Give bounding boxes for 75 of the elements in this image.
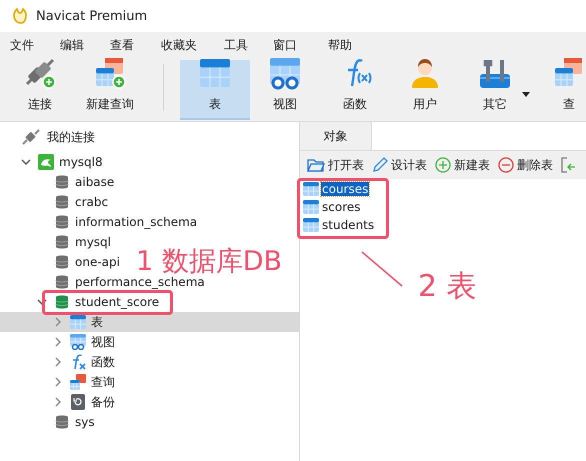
- database-icon: [54, 414, 70, 430]
- database-icon: [54, 254, 70, 270]
- database-icon: [54, 214, 70, 230]
- tree-item[interactable]: performance_schema: [75, 275, 205, 289]
- chevron-down-icon: [20, 159, 30, 165]
- plug-icon: [23, 58, 57, 90]
- tree-item[interactable]: student_score: [75, 295, 160, 309]
- remove-icon: [498, 157, 514, 173]
- table-item[interactable]: courses: [321, 182, 370, 196]
- table-icon: [303, 199, 319, 215]
- tree-item[interactable]: 备份: [91, 394, 115, 410]
- tab[interactable]: 对象: [300, 122, 372, 150]
- tree-item[interactable]: 查询: [91, 374, 115, 390]
- caret-icon: [522, 92, 530, 97]
- toolbar-button[interactable]: [561, 157, 577, 173]
- toolbar-button[interactable]: 删除表: [498, 156, 553, 174]
- section-header: 我的连接: [47, 128, 95, 146]
- tree-item[interactable]: sys: [75, 415, 95, 429]
- query-icon: [70, 374, 86, 390]
- toolbar-button[interactable]: 新建查询: [75, 60, 145, 120]
- table-icon: [303, 181, 319, 197]
- tree-item[interactable]: 函数: [91, 354, 115, 370]
- function-icon: [70, 354, 86, 370]
- table-icon: [303, 217, 319, 233]
- toolbar-button[interactable]: 查: [534, 60, 586, 120]
- tree-item[interactable]: aibase: [75, 175, 114, 189]
- import-icon: [561, 157, 577, 173]
- toolbar-button[interactable]: 新建表: [435, 156, 490, 174]
- database-icon: [54, 274, 70, 290]
- toolbar-button[interactable]: 打开表: [307, 156, 364, 174]
- table-icon: [198, 58, 232, 90]
- toolbar-button[interactable]: 其它: [460, 60, 530, 120]
- tree-item[interactable]: 表: [91, 314, 103, 330]
- window-title: Navicat Premium: [36, 8, 148, 24]
- toolbar-button[interactable]: 连接: [5, 60, 75, 120]
- view-icon: [70, 334, 86, 350]
- new-query-icon: [93, 58, 127, 90]
- pencil-icon: [372, 157, 388, 173]
- tree-item[interactable]: 视图: [91, 334, 115, 350]
- tools-icon: [478, 58, 512, 90]
- menu-item[interactable]: 编辑: [60, 37, 84, 54]
- tree-item[interactable]: information_schema: [75, 215, 198, 229]
- menu-item[interactable]: 工具: [224, 37, 248, 54]
- database-icon: [54, 194, 70, 210]
- database-icon: [54, 294, 70, 310]
- toolbar-button[interactable]: 设计表: [372, 156, 427, 174]
- menu-item[interactable]: 窗口: [273, 37, 297, 54]
- menu-item[interactable]: 收藏夹: [161, 37, 197, 54]
- table-icon: [70, 314, 86, 330]
- tree-item[interactable]: crabc: [75, 195, 108, 209]
- table-item[interactable]: scores: [321, 200, 362, 214]
- annotation-label: 1 数据库DB: [136, 248, 282, 275]
- toolbar-button[interactable]: 函数: [320, 60, 390, 120]
- leader-line: [360, 250, 404, 288]
- tree-item[interactable]: one-api: [75, 255, 120, 269]
- dolphin-icon: [38, 154, 54, 170]
- annotation-label: 2 表: [418, 268, 477, 306]
- database-icon: [54, 174, 70, 190]
- toolbar-button[interactable]: 视图: [250, 60, 320, 120]
- add-icon: [435, 157, 451, 173]
- toolbar-button[interactable]: 表: [180, 60, 250, 120]
- view-icon: [268, 58, 302, 90]
- app-logo-icon: [12, 7, 30, 25]
- folder-icon: [307, 157, 325, 173]
- table-item[interactable]: students: [321, 218, 376, 232]
- toolbar-button[interactable]: 用户: [390, 60, 460, 120]
- menu-item[interactable]: 文件: [10, 37, 34, 54]
- tree-item[interactable]: mysql8: [59, 155, 103, 169]
- menu-item[interactable]: 帮助: [328, 37, 352, 54]
- tree-item[interactable]: mysql: [75, 235, 111, 249]
- backup-icon: [70, 394, 86, 410]
- database-icon: [54, 234, 70, 250]
- menu-item[interactable]: 查看: [110, 37, 134, 54]
- plug-icon: [22, 129, 40, 145]
- chevron-down-icon: [36, 299, 46, 305]
